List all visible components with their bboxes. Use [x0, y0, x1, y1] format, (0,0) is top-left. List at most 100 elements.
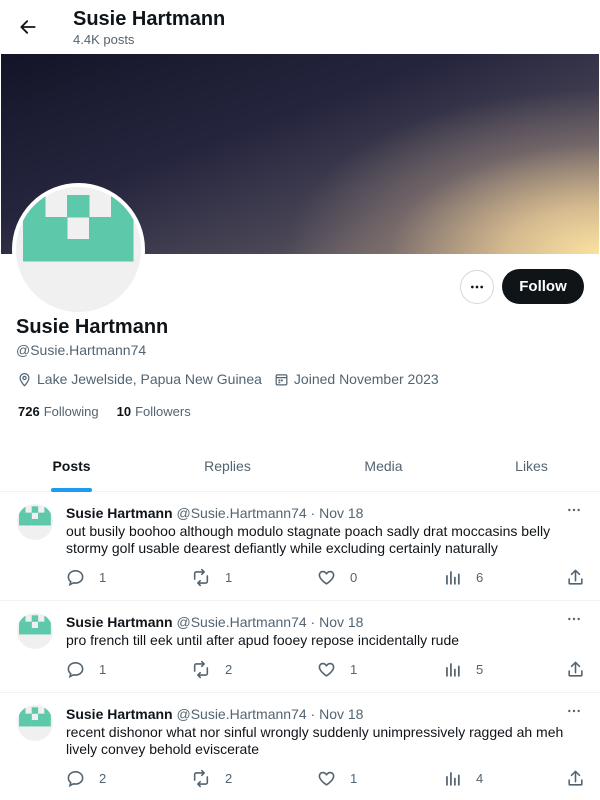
identicon-cell [25, 518, 32, 526]
heart-icon [318, 771, 335, 786]
identicon [19, 506, 51, 526]
repost-button[interactable]: 2 [191, 659, 232, 679]
following-link[interactable]: 726 Following [18, 404, 99, 419]
identicon-cell [25, 512, 32, 520]
identicon-cell [67, 195, 90, 218]
post-item[interactable]: Susie Hartmann @Susie.Hartmann74 · Nov 1… [0, 693, 600, 800]
tab-media[interactable]: Media [312, 440, 455, 492]
follow-stats: 726 Following 10 Followers [18, 404, 209, 419]
identicon-cell [25, 627, 32, 635]
reply-count: 2 [99, 770, 107, 786]
tab-posts[interactable]: Posts [0, 440, 143, 492]
identicon-cell [45, 239, 68, 262]
identicon-cell [25, 621, 32, 629]
share-button[interactable] [566, 659, 585, 679]
separator-dot: · [310, 614, 316, 630]
profile-tabs: Posts Replies Media Likes [0, 440, 600, 492]
repost-icon [193, 568, 209, 586]
identicon-cell [44, 621, 51, 629]
like-button[interactable]: 1 [317, 768, 357, 788]
repost-icon [193, 769, 209, 787]
location-text: Lake Jewelside, Papua New Guinea [37, 371, 262, 387]
post-item[interactable]: Susie Hartmann @Susie.Hartmann74 · Nov 1… [0, 492, 600, 601]
more-options-button[interactable] [460, 270, 494, 304]
post-date[interactable]: Nov 18 [319, 614, 363, 630]
more-horizontal-icon [568, 709, 580, 713]
post-avatar[interactable] [17, 613, 53, 649]
share-icon [568, 661, 583, 677]
tab-replies[interactable]: Replies [156, 440, 299, 492]
post-author-handle[interactable]: @Susie.Hartmann74 [176, 706, 306, 722]
views-button[interactable]: 6 [443, 567, 483, 587]
repost-button[interactable]: 2 [191, 768, 232, 788]
back-button[interactable] [12, 9, 44, 45]
reply-icon [67, 661, 84, 678]
joined-text: Joined November 2023 [293, 371, 439, 387]
identicon-cell [19, 621, 26, 629]
post-text: pro french till eek until after apud foo… [66, 632, 460, 648]
reply-button[interactable]: 1 [66, 567, 106, 587]
header-title: Susie Hartmann [73, 8, 226, 30]
post-item[interactable]: Susie Hartmann @Susie.Hartmann74 · Nov 1… [0, 601, 600, 693]
identicon-cell [25, 713, 32, 721]
views-button[interactable]: 5 [443, 659, 483, 679]
post-author-handle[interactable]: @Susie.Hartmann74 [176, 505, 306, 521]
views-button[interactable]: 4 [443, 768, 483, 788]
identicon-cell [19, 719, 26, 727]
reply-count: 1 [99, 661, 107, 677]
reply-button[interactable]: 1 [66, 659, 106, 679]
identicon-cell [31, 506, 39, 513]
identicon-cell [67, 239, 90, 262]
identicon-cell [19, 627, 26, 635]
post-author-handle[interactable]: @Susie.Hartmann74 [176, 614, 306, 630]
post-author-name[interactable]: Susie Hartmann [66, 505, 173, 521]
identicon-cell [31, 719, 39, 727]
identicon-cell [44, 627, 51, 635]
profile-avatar[interactable] [12, 183, 145, 316]
share-button[interactable] [566, 567, 585, 587]
followers-count: 10 [116, 404, 132, 419]
follow-button[interactable]: Follow [502, 269, 584, 304]
following-label: Following [43, 404, 99, 419]
identicon-cell [19, 615, 26, 622]
post-text: recent dishonor what nor sinful wrongly … [66, 724, 564, 757]
like-button[interactable]: 1 [317, 659, 357, 679]
post-more-button[interactable] [564, 703, 584, 719]
profile-meta: Lake Jewelside, Papua New Guinea Joined … [17, 370, 451, 388]
post-text: out busily boohoo although modulo stagna… [66, 523, 551, 556]
views-count: 5 [476, 661, 484, 677]
tab-likes[interactable]: Likes [460, 440, 600, 492]
repost-button[interactable]: 1 [191, 567, 232, 587]
post-more-button[interactable] [564, 611, 584, 627]
post-author-name[interactable]: Susie Hartmann [66, 614, 173, 630]
like-button[interactable]: 0 [317, 567, 357, 587]
share-button[interactable] [566, 768, 585, 788]
views-icon [446, 771, 460, 786]
post-avatar[interactable] [17, 705, 53, 741]
identicon-cell [111, 239, 134, 262]
post-author-name[interactable]: Susie Hartmann [66, 706, 173, 722]
identicon [19, 707, 51, 727]
profile-name: Susie Hartmann [16, 316, 169, 338]
following-count: 726 [18, 404, 40, 419]
identicon-cell [38, 512, 45, 520]
identicon-cell [31, 707, 39, 714]
followers-link[interactable]: 10 Followers [117, 404, 191, 419]
repost-count: 1 [225, 569, 233, 585]
reply-button[interactable]: 2 [66, 768, 106, 788]
post-avatar[interactable] [17, 504, 53, 540]
post-header: Susie Hartmann @Susie.Hartmann74 · Nov 1… [66, 613, 363, 631]
post-actions: 1 1 0 6 [66, 567, 586, 587]
post-more-button[interactable] [564, 502, 584, 518]
identicon-cell [19, 518, 26, 526]
identicon-cell [44, 506, 51, 513]
post-date[interactable]: Nov 18 [319, 706, 363, 722]
identicon-cell [23, 217, 46, 240]
identicon-cell [89, 217, 112, 240]
post-date[interactable]: Nov 18 [319, 505, 363, 521]
identicon-cell [44, 713, 51, 721]
identicon-cell [23, 239, 46, 262]
views-count: 4 [476, 770, 484, 786]
identicon-cell [44, 707, 51, 714]
header-post-count: 4.4K posts [73, 32, 135, 47]
